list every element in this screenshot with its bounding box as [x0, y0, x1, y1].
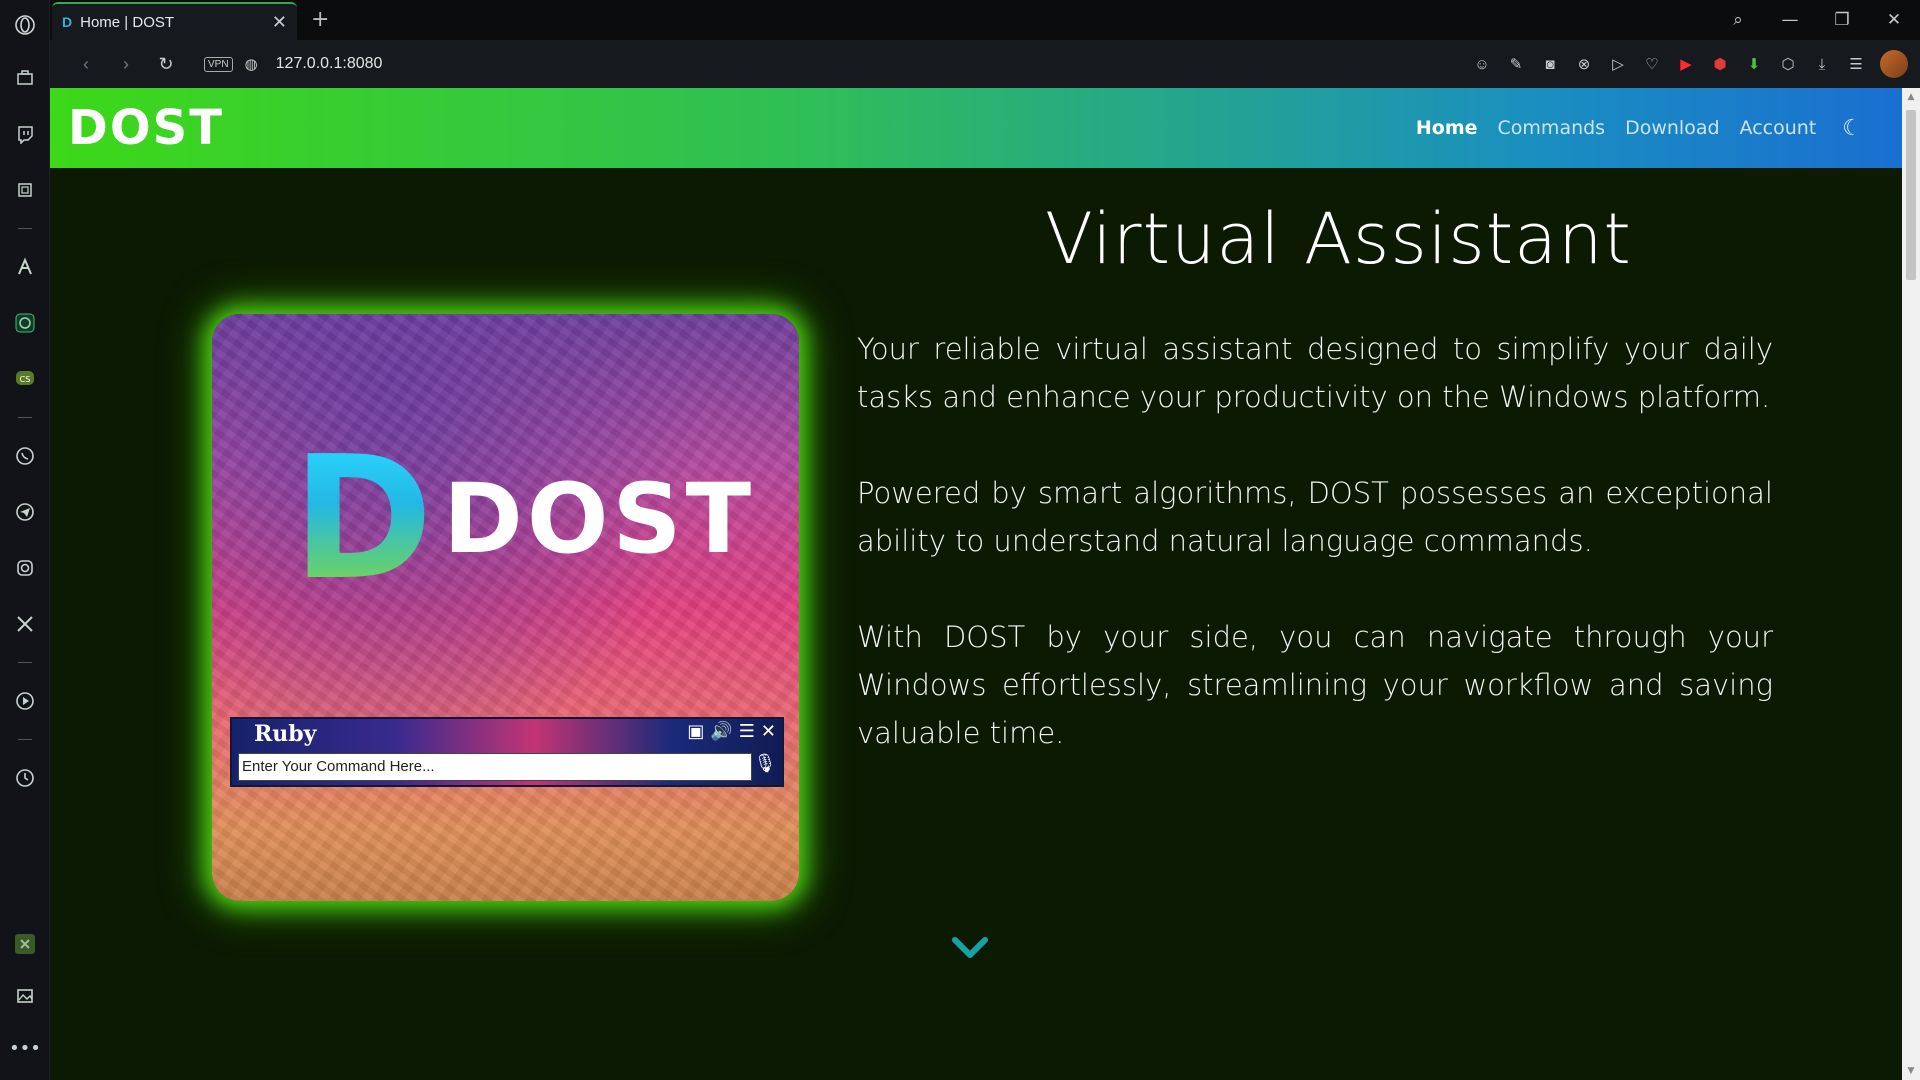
globe-icon[interactable]: ◍: [245, 55, 258, 73]
hero-paragraph-1: Your reliable virtual assistant designed…: [857, 332, 1773, 414]
close-tab-icon[interactable]: ✕: [272, 12, 287, 33]
send-icon[interactable]: ▷: [1608, 55, 1628, 73]
restore-button[interactable]: ❐: [1816, 10, 1868, 30]
aria-icon[interactable]: [0, 239, 50, 295]
telegram-icon[interactable]: [0, 484, 50, 540]
youtube-icon[interactable]: ▶: [1676, 55, 1696, 73]
tab-home-dost[interactable]: D Home | DOST ✕: [52, 2, 297, 40]
reload-button[interactable]: ↻: [146, 54, 186, 75]
nav-account[interactable]: Account: [1740, 117, 1817, 139]
dost-logo-mark: D: [292, 420, 434, 618]
cs-icon[interactable]: CS: [0, 351, 50, 407]
download-helper-icon[interactable]: ⬇: [1744, 55, 1764, 73]
window-controls: ⌕ — ❐ ✕: [1712, 0, 1920, 40]
address-bar: ‹ › ↻ VPN ◍ 127.0.0.1:8080 ☺ ✎ ◙ ⊗ ▷ ♡ ▶…: [50, 40, 1920, 88]
extension-icon[interactable]: [0, 918, 50, 970]
site-navbar: DOST Home Commands Download Account ☾: [50, 88, 1902, 168]
scrollbar-thumb[interactable]: [1906, 110, 1916, 280]
ublock-icon[interactable]: ⬢: [1710, 55, 1730, 73]
twitch-icon[interactable]: [0, 106, 50, 162]
tab-title: Home | DOST: [80, 13, 175, 31]
sidebar-divider: [17, 417, 32, 418]
menu-icon: ☰: [738, 721, 755, 742]
site-logo[interactable]: DOST: [68, 100, 224, 156]
block-icon[interactable]: ⊗: [1574, 55, 1594, 73]
browser-window: CS ••• D Home | DOST ✕ + ⌕ — ❐ ✕ ‹ › ↻ V…: [0, 0, 1920, 1080]
scroll-down-chevron-icon[interactable]: [950, 934, 990, 962]
hero-image: D DOST Ruby ▣ 🔊 ☰ ✕ Enter Your Command H…: [212, 314, 799, 901]
svg-text:CS: CS: [19, 375, 30, 384]
dost-favicon: D: [62, 14, 73, 30]
minimize-button[interactable]: —: [1764, 10, 1816, 30]
browser-sidebar: CS •••: [0, 0, 50, 1080]
url-field[interactable]: 127.0.0.1:8080: [276, 55, 383, 73]
nav-download[interactable]: Download: [1625, 117, 1719, 139]
instagram-icon[interactable]: [0, 540, 50, 596]
hero-paragraph-2: Powered by smart algorithms, DOST posses…: [857, 476, 1773, 558]
downloads-icon[interactable]: ⤓: [1812, 56, 1832, 73]
nav-links: Home Commands Download Account ☾: [1416, 88, 1862, 168]
player-icon[interactable]: [0, 673, 50, 729]
page-viewport: DOST Home Commands Download Account ☾ D …: [50, 88, 1902, 1080]
more-icon[interactable]: •••: [0, 1022, 50, 1074]
nav-commands[interactable]: Commands: [1498, 117, 1606, 139]
nav-home[interactable]: Home: [1416, 117, 1478, 139]
scroll-up-arrow-icon[interactable]: ▲: [1902, 92, 1920, 102]
heart-icon[interactable]: ♡: [1642, 55, 1662, 73]
forward-button[interactable]: ›: [106, 54, 146, 75]
page-scrollbar[interactable]: ▲ ▼: [1902, 88, 1920, 1080]
assistant-controls: ▣ 🔊 ☰ ✕: [687, 721, 776, 742]
camera-icon[interactable]: ◙: [1540, 56, 1560, 73]
new-tab-button[interactable]: +: [311, 7, 329, 32]
hero-title: Virtual Assistant: [1045, 198, 1632, 280]
command-input: Enter Your Command Here...: [238, 753, 752, 781]
vpn-badge[interactable]: VPN: [204, 56, 233, 72]
sidebar-divider: [17, 739, 32, 740]
cube-icon[interactable]: ⬡: [1778, 55, 1798, 73]
tab-strip: D Home | DOST ✕ + ⌕ — ❐ ✕: [50, 0, 1920, 40]
cpu-icon[interactable]: [0, 162, 50, 218]
profile-avatar[interactable]: [1880, 50, 1908, 78]
x-icon[interactable]: [0, 596, 50, 652]
briefcase-icon[interactable]: [0, 50, 50, 106]
edit-icon[interactable]: ✎: [1506, 55, 1526, 73]
speaker-icon: 🔊: [710, 721, 733, 742]
gallery-icon[interactable]: [0, 970, 50, 1022]
assistant-window-preview: Ruby ▣ 🔊 ☰ ✕ Enter Your Command Here... …: [230, 717, 784, 787]
dost-card-logo: D DOST: [292, 420, 756, 618]
scroll-down-arrow-icon[interactable]: ▼: [1902, 1066, 1920, 1076]
hero-paragraph-3: With DOST by your side, you can navigate…: [857, 620, 1773, 750]
back-button[interactable]: ‹: [66, 54, 106, 75]
search-tabs-icon[interactable]: ⌕: [1712, 10, 1764, 30]
close-window-button[interactable]: ✕: [1868, 10, 1920, 30]
whatsapp-icon[interactable]: [0, 428, 50, 484]
chatgpt-icon[interactable]: [0, 295, 50, 351]
microphone-icon: 🎙: [753, 753, 777, 774]
history-icon[interactable]: [0, 750, 50, 806]
opera-logo-icon[interactable]: [0, 0, 50, 50]
sidebar-divider: [17, 662, 32, 663]
moon-icon[interactable]: ☾: [1842, 116, 1862, 141]
extensions-toolbar: ☺ ✎ ◙ ⊗ ▷ ♡ ▶ ⬢ ⬇ ⬡ ⤓ ☰: [1472, 40, 1908, 88]
sidebar-divider: [17, 228, 32, 229]
assistant-name: Ruby: [254, 721, 317, 747]
close-icon: ✕: [760, 721, 776, 742]
sidebar-bottom: •••: [0, 918, 50, 1074]
image-icon: ▣: [687, 721, 705, 742]
dost-logo-word: DOST: [443, 463, 756, 575]
emoji-icon[interactable]: ☺: [1472, 56, 1492, 73]
easy-setup-icon[interactable]: ☰: [1846, 55, 1866, 73]
